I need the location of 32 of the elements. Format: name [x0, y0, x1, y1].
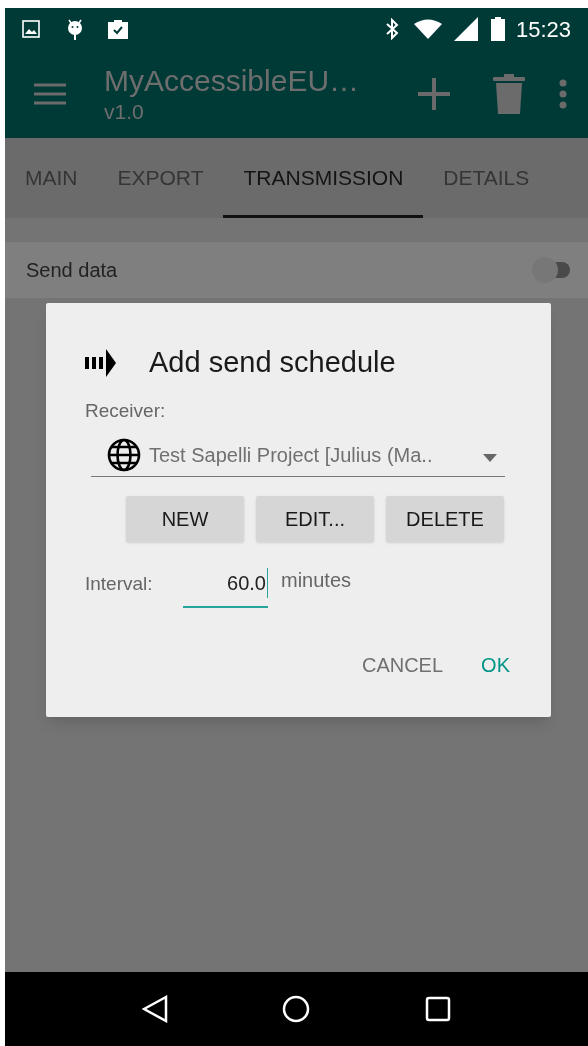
interval-field[interactable]: 60.0 [183, 560, 268, 608]
trash-icon[interactable] [493, 74, 525, 114]
dialog-action-button[interactable]: OK [469, 645, 522, 685]
dialog-button[interactable]: DELETE [386, 496, 504, 542]
more-options-icon[interactable] [559, 79, 567, 109]
dropdown-caret-icon [483, 453, 497, 462]
globe-icon [107, 437, 141, 472]
image-icon [22, 20, 40, 38]
battery-icon [489, 17, 506, 41]
dialog-title: Add send schedule [149, 345, 396, 380]
dialog-button[interactable]: NEW [126, 496, 244, 542]
setting-label: Send data [26, 258, 119, 283]
dialog-action-button[interactable]: CANCEL [349, 645, 456, 685]
home-icon[interactable] [282, 995, 311, 1023]
interval-unit: minutes [281, 568, 352, 593]
signal-icon [453, 17, 478, 41]
status-time: 15:23 [515, 15, 571, 44]
back-icon[interactable] [142, 995, 169, 1023]
app-title: MyAccessibleEU… [104, 63, 360, 99]
app-subtitle: v1.0 [104, 99, 145, 125]
menu-icon[interactable] [34, 82, 66, 106]
android-icon [66, 17, 84, 41]
wifi-icon [413, 19, 442, 39]
add-icon[interactable] [418, 78, 450, 110]
recents-icon[interactable] [424, 996, 451, 1022]
receiver-label: Receiver: [85, 398, 167, 423]
bluetooth-icon [384, 18, 399, 40]
briefcase-check-icon [106, 17, 130, 41]
toggle-switch[interactable] [532, 256, 572, 284]
dialog-button[interactable]: EDIT... [256, 496, 374, 542]
interval-label: Interval: [85, 571, 154, 596]
receiver-dropdown[interactable]: Test Sapelli Project [Julius (Ma.. [91, 433, 505, 477]
